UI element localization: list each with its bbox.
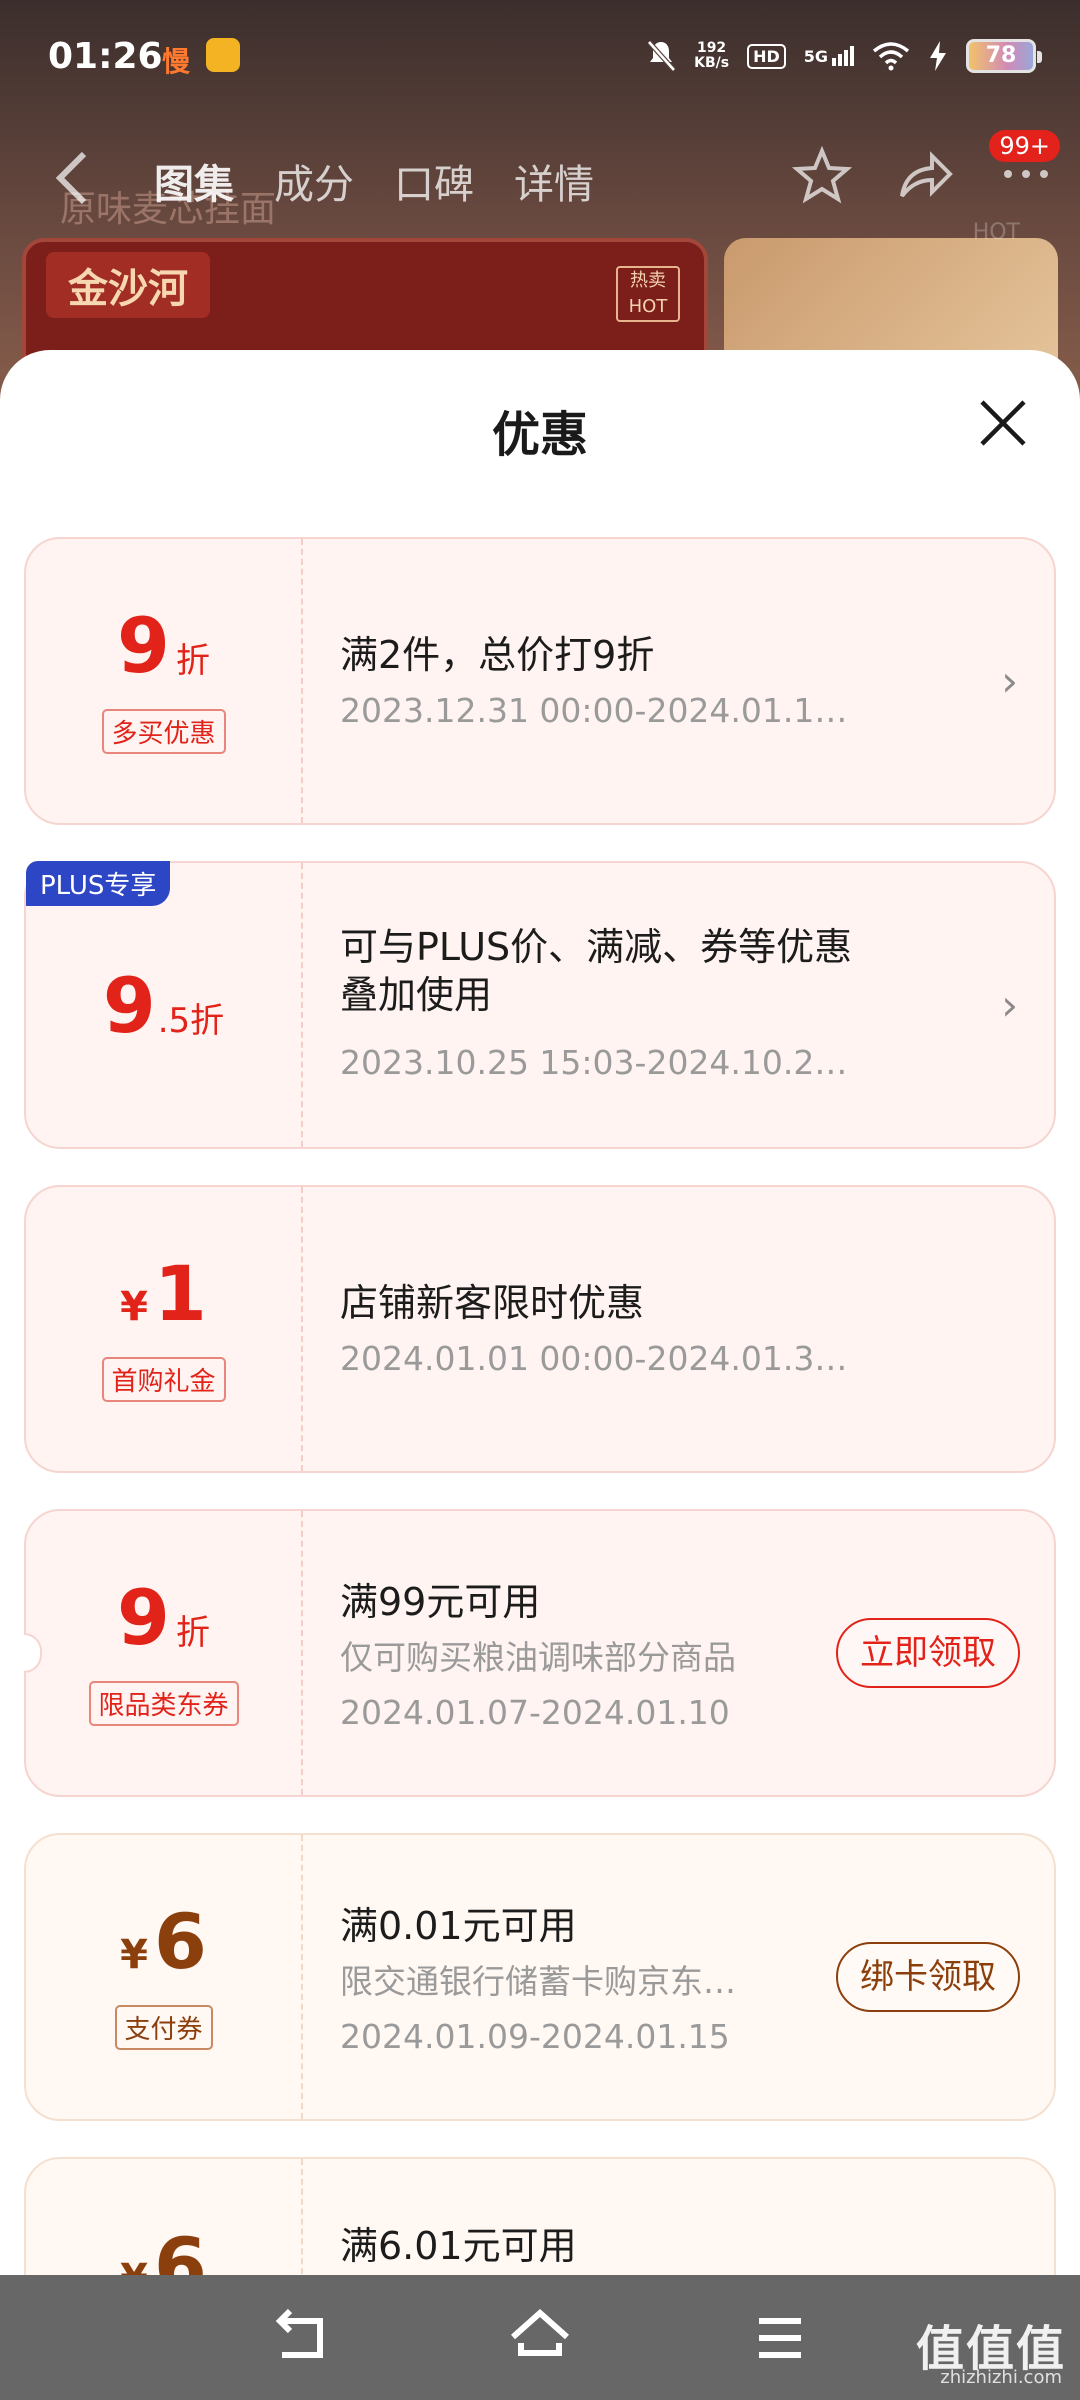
star-icon[interactable] [792,146,852,206]
tab-details[interactable]: 详情 [514,152,594,210]
coupon-type-tag: 支付券 [114,2005,213,2050]
network-speed: 192 KB/s [694,40,730,71]
coupon-date: 2023.12.31 00:00-2024.01.1… [340,691,848,730]
coupon-value-panel: ¥6 支付券 [26,1835,303,2119]
coupon-value-panel: ¥1 首购礼金 [26,1187,303,1471]
coupon-card[interactable]: PLUS专享 9.5折 可与PLUS价、满减、券等优惠叠加使用 2023.10.… [24,861,1056,1149]
coupon-info: 店铺新客限时优惠 2024.01.01 00:00-2024.01.31 23:… [340,1187,1014,1471]
share-icon[interactable] [894,146,954,206]
back-icon[interactable] [268,2303,338,2373]
coupon-card: 9折 限品类东券 满99元可用 仅可购买粮油调味部分商品 2024.01.07-… [24,1509,1056,1797]
brand-label: 金沙河 [46,252,210,318]
coupon-title: 满2件，总价打9折 [340,633,655,677]
coupon-type-tag: 多买优惠 [101,709,226,754]
coupon-card[interactable]: ¥1 首购礼金 店铺新客限时优惠 2024.01.01 00:00-2024.0… [24,1185,1056,1473]
coupon-title: 满0.01元可用 [340,1904,577,1948]
cell-signal-icon: 5G [804,46,854,66]
product-nav-bar: 图集 成分 口碑 详情 99+ HOT [0,130,1080,245]
coupon-card[interactable]: 9折 多买优惠 满2件，总价打9折 2023.12.31 00:00-2024.… [24,537,1056,825]
mute-bell-icon [647,40,676,72]
battery-icon: 78 [966,39,1042,73]
hd-icon: HD [747,43,786,69]
coupon-value-panel: 9.5折 [26,863,303,1147]
status-bar: 01:26 慢 192 KB/s HD 5G 78 [0,0,1080,118]
notification-badge: 99+ [989,130,1060,162]
product-tabs: 图集 成分 口碑 详情 [154,152,594,210]
more-menu-button[interactable]: 99+ [989,130,1060,208]
coupon-title: 店铺新客限时优惠 [340,1281,645,1325]
coupon-subtitle: 仅可购买粮油调味部分商品 [340,1638,736,1677]
watermark-url: zhizhizhi.com [940,2367,1062,2388]
nav-actions: 99+ [792,130,1060,208]
menu-icon[interactable] [745,2303,815,2373]
charging-icon [930,41,946,71]
chevron-right-icon: › [1001,656,1018,706]
tab-reviews[interactable]: 口碑 [394,152,474,210]
coupon-amount: 9折 [117,601,210,690]
coupon-title: 满99元可用 [340,1580,541,1624]
coupon-card: ¥6 支付券 满0.01元可用 限交通银行储蓄卡购京东… 2024.01.09-… [24,1833,1056,2121]
close-icon[interactable] [978,398,1028,448]
coupon-subtitle: 限交通银行储蓄卡购京东… [340,1962,736,2001]
coupon-title: 可与PLUS价、满减、券等优惠叠加使用 [340,925,853,1017]
coupon-amount: ¥1 [120,1249,207,1338]
coupon-info: 满2件，总价打9折 2023.12.31 00:00-2024.01.1… [340,539,1014,823]
coupon-type-tag: 限品类东券 [88,1681,239,1726]
discount-sheet: 优惠 9折 多买优惠 满2件，总价打9折 2023.12.31 00:00-20… [0,350,1080,2275]
coupon-date: 2024.01.01 00:00-2024.01.31 23:59 [340,1339,860,1378]
coupon-date: 2024.01.09-2024.01.15 [340,2017,730,2056]
coupon-card: ¥6 满6.01元可用 [24,2157,1056,2275]
tab-ingredients[interactable]: 成分 [274,152,354,210]
sheet-title: 优惠 [491,407,588,463]
coupon-type-tag: 首购礼金 [101,1357,226,1402]
coupon-amount: ¥6 [120,2221,207,2275]
coupon-value-panel: ¥6 [26,2159,303,2275]
coupon-amount: ¥6 [120,1897,207,1986]
system-navigation-bar: 值值值 zhizhizhi.com [0,2275,1080,2400]
back-arrow-icon[interactable] [52,148,92,222]
slow-label: 慢 [162,45,191,78]
claim-now-button[interactable]: 立即领取 [836,1618,1020,1688]
tab-gallery[interactable]: 图集 [154,152,234,210]
coupon-date: 2023.10.25 15:03-2024.10.2… [340,1043,848,1082]
hot-badge: 热卖 HOT [616,266,680,322]
status-icons: 192 KB/s HD 5G 78 [646,34,1042,78]
coupon-info: 可与PLUS价、满减、券等优惠叠加使用 2023.10.25 15:03-202… [340,863,1014,1147]
coupon-value-panel: 9折 限品类东券 [26,1511,303,1795]
status-time: 01:26 [48,36,163,77]
wifi-icon [872,42,910,71]
app-notification-icon [206,38,240,72]
bind-card-button[interactable]: 绑卡领取 [836,1942,1020,2012]
coupon-amount: 9.5折 [102,961,225,1050]
coupon-info: 满6.01元可用 [340,2159,1014,2275]
coupon-amount: 9折 [117,1573,210,1662]
hot-faded-label: HOT [972,220,1020,245]
coupon-value-panel: 9折 多买优惠 [26,539,303,823]
coupon-title: 满6.01元可用 [340,2224,577,2268]
coupon-date: 2024.01.07-2024.01.10 [340,1693,730,1732]
home-icon[interactable] [505,2303,575,2373]
chevron-right-icon: › [1001,980,1018,1030]
